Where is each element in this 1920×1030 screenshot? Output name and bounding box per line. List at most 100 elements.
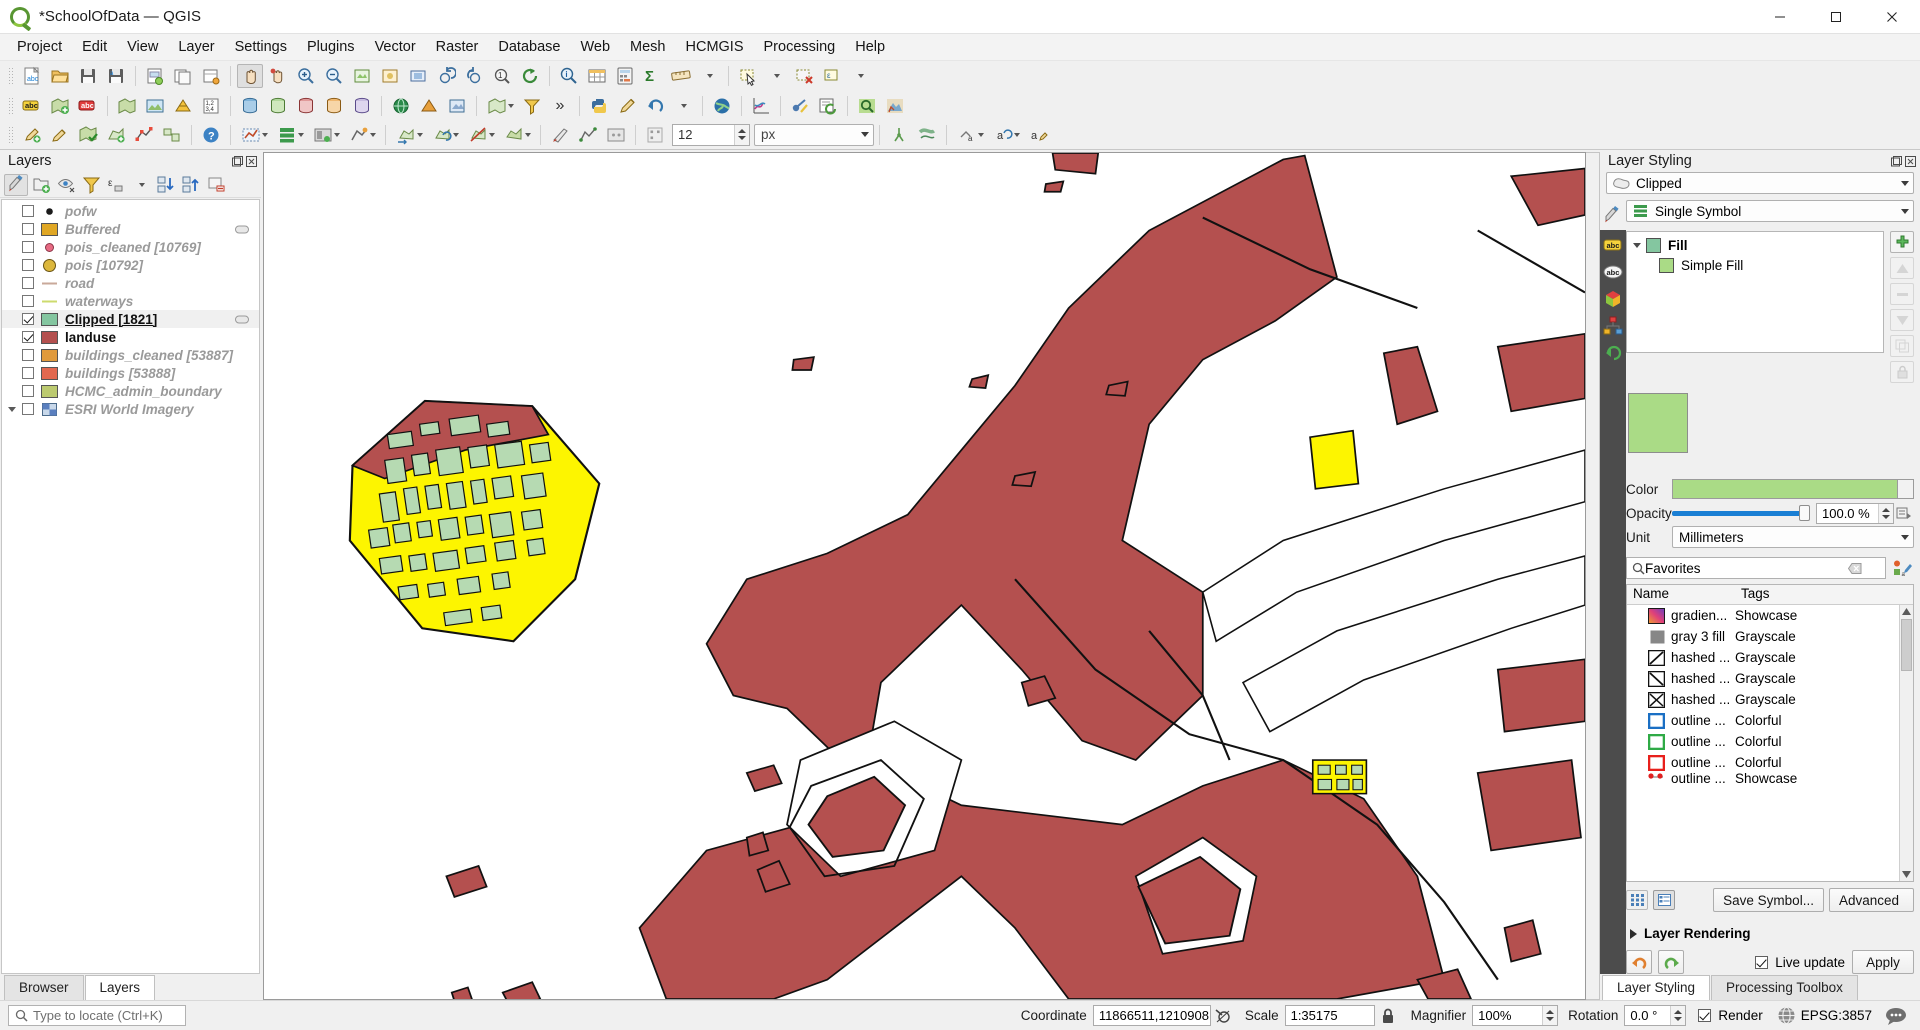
select-by-expression-dropdown[interactable] bbox=[847, 64, 873, 88]
deselect-button[interactable] bbox=[791, 64, 817, 88]
offset-curve-button[interactable] bbox=[914, 123, 940, 147]
qfield-sync-button[interactable] bbox=[787, 94, 813, 118]
digitizing-help-button[interactable]: ? bbox=[198, 123, 224, 147]
symbol-tree-row-fill[interactable]: Fill bbox=[1627, 235, 1883, 255]
add-ring-button[interactable] bbox=[603, 123, 629, 147]
undock-icon[interactable] bbox=[232, 155, 243, 167]
unit-select[interactable]: Millimeters bbox=[1672, 526, 1914, 548]
symbol-row[interactable]: outline ... Showcase bbox=[1627, 773, 1913, 783]
delete-selected-button[interactable] bbox=[547, 123, 573, 147]
minimize-button[interactable] bbox=[1752, 0, 1808, 34]
add-postgis-layer-button[interactable] bbox=[237, 94, 263, 118]
symbol-row[interactable]: hashed ... Grayscale bbox=[1627, 668, 1913, 689]
pin-labels-dropdown[interactable]: a bbox=[953, 123, 987, 147]
layer-visibility-checkbox[interactable] bbox=[22, 367, 34, 379]
shape-digitizing-dropdown[interactable] bbox=[345, 123, 379, 147]
show-layouts-button[interactable] bbox=[198, 64, 224, 88]
layer-visibility-checkbox[interactable] bbox=[22, 295, 34, 307]
layer-visibility-checkbox[interactable] bbox=[22, 205, 34, 217]
extents-toggle-icon[interactable] bbox=[1211, 1008, 1235, 1024]
refresh-button[interactable] bbox=[517, 64, 543, 88]
layer-visibility-checkbox[interactable] bbox=[22, 331, 34, 343]
color-dropdown[interactable] bbox=[1898, 479, 1914, 499]
zoom-to-layer-button[interactable] bbox=[405, 64, 431, 88]
statistical-summary-button[interactable]: Σ bbox=[640, 64, 666, 88]
tab-browser[interactable]: Browser bbox=[4, 975, 84, 1000]
layer-visibility-checkbox[interactable] bbox=[22, 223, 34, 235]
add-symbol-layer-button[interactable] bbox=[1890, 231, 1914, 253]
menu-plugins[interactable]: Plugins bbox=[297, 35, 365, 60]
toggle-editing-button[interactable] bbox=[47, 123, 73, 147]
pan-to-selection-button[interactable] bbox=[265, 64, 291, 88]
globe-button[interactable] bbox=[709, 94, 735, 118]
layer-visibility-checkbox[interactable] bbox=[22, 313, 34, 325]
redo-style-button[interactable] bbox=[1658, 950, 1684, 974]
menu-project[interactable]: Project bbox=[7, 35, 72, 60]
move-symbol-down-button[interactable] bbox=[1890, 309, 1914, 331]
data-plotly-button[interactable] bbox=[748, 94, 774, 118]
python-console-button[interactable] bbox=[586, 94, 612, 118]
layer-row-buildings-cleaned[interactable]: buildings_cleaned [53887] bbox=[2, 346, 259, 364]
close-button[interactable] bbox=[1864, 0, 1920, 34]
select-by-expression-button[interactable]: ε bbox=[819, 64, 845, 88]
lock-symbol-layer-button[interactable] bbox=[1890, 361, 1914, 383]
rotate-feature-dropdown[interactable] bbox=[428, 123, 462, 147]
map-canvas[interactable] bbox=[263, 152, 1586, 1000]
layer-visibility-checkbox[interactable] bbox=[22, 403, 34, 415]
filter-legend-button[interactable] bbox=[79, 174, 103, 196]
symbol-row[interactable]: gradien... Showcase bbox=[1627, 605, 1913, 626]
live-update-checkbox[interactable] bbox=[1755, 955, 1769, 969]
menu-help[interactable]: Help bbox=[845, 35, 895, 60]
open-layer-styling-panel-button[interactable] bbox=[4, 173, 28, 196]
vertex-tool-button[interactable] bbox=[131, 123, 157, 147]
layer-edit-indicator[interactable] bbox=[235, 314, 249, 325]
labels-abc-icon[interactable]: abc bbox=[1603, 235, 1623, 255]
opacity-input[interactable]: 100.0 % bbox=[1816, 502, 1894, 524]
symbol-row[interactable]: hashed ... Grayscale bbox=[1627, 689, 1913, 710]
layer-row-pois[interactable]: pois [10792] bbox=[2, 256, 259, 274]
tab-layer-styling[interactable]: Layer Styling bbox=[1602, 975, 1711, 1000]
zoom-last-button[interactable] bbox=[433, 64, 459, 88]
add-raster-layer-button[interactable] bbox=[142, 94, 168, 118]
remove-layer-button[interactable] bbox=[204, 174, 228, 196]
osm-editor-button[interactable] bbox=[882, 94, 908, 118]
current-edits-button[interactable] bbox=[19, 123, 45, 147]
layer-visibility-checkbox[interactable] bbox=[22, 241, 34, 253]
add-group-button[interactable] bbox=[29, 174, 53, 196]
select-features-button[interactable] bbox=[735, 64, 761, 88]
change-label-button[interactable]: a bbox=[1025, 123, 1051, 147]
filter-legend-dropdown[interactable] bbox=[129, 174, 153, 196]
layer-visibility-checkbox[interactable] bbox=[22, 349, 34, 361]
new-spatialite-layer-button[interactable]: abc bbox=[75, 94, 101, 118]
undo-button[interactable] bbox=[642, 94, 668, 118]
layer-row-pois-cleaned[interactable]: pois_cleaned [10769] bbox=[2, 238, 259, 256]
add-wcs-layer-button[interactable] bbox=[416, 94, 442, 118]
advanced-digitizing-dropdown[interactable] bbox=[309, 123, 343, 147]
edit-button[interactable] bbox=[614, 94, 640, 118]
close-icon[interactable] bbox=[246, 155, 257, 167]
add-wfs-layer-button[interactable] bbox=[444, 94, 470, 118]
toolbar-grip[interactable] bbox=[7, 66, 15, 86]
coordinate-field[interactable]: 11866511,1210908 bbox=[1092, 1005, 1211, 1026]
move-symbol-up-button[interactable] bbox=[1890, 257, 1914, 279]
abc-mask-icon[interactable]: abc bbox=[1603, 262, 1623, 282]
add-feature-button[interactable] bbox=[103, 123, 129, 147]
snapping-options-dropdown[interactable] bbox=[273, 123, 307, 147]
refresh-layers-button[interactable] bbox=[815, 94, 841, 118]
chevron-down-icon[interactable] bbox=[1633, 242, 1641, 248]
save-project-button[interactable] bbox=[75, 64, 101, 88]
duplicate-symbol-layer-button[interactable] bbox=[1890, 335, 1914, 357]
undock-icon[interactable] bbox=[1891, 155, 1902, 167]
node-marker-size-icon[interactable] bbox=[642, 123, 668, 147]
move-feature-dropdown[interactable] bbox=[392, 123, 426, 147]
simplify-feature-button[interactable] bbox=[575, 123, 601, 147]
history-undo-icon[interactable] bbox=[1603, 343, 1623, 363]
save-symbol-button[interactable]: Save Symbol... bbox=[1713, 888, 1824, 912]
expand-all-button[interactable] bbox=[154, 174, 178, 196]
maximize-button[interactable] bbox=[1808, 0, 1864, 34]
layer-selector[interactable]: Clipped bbox=[1606, 172, 1914, 194]
zoom-native-button[interactable]: 1 bbox=[489, 64, 515, 88]
symbol-search-input[interactable]: Favorites bbox=[1626, 557, 1886, 579]
node-size-input[interactable]: 12 bbox=[672, 123, 750, 146]
list-view-icon[interactable] bbox=[1653, 890, 1675, 910]
